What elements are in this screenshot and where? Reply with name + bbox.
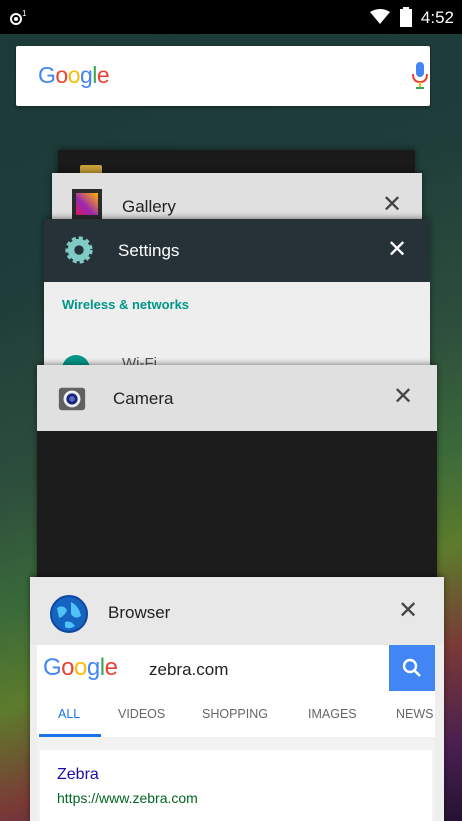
browser-globe-icon xyxy=(50,595,88,633)
status-bar: 1 4:52 xyxy=(0,0,462,34)
browser-results-tabs: ALL VIDEOS SHOPPING IMAGES NEWS xyxy=(37,691,435,737)
gallery-icon xyxy=(72,189,102,219)
tab-all-indicator xyxy=(39,734,101,737)
recent-app-card-camera[interactable]: Camera ✕ xyxy=(37,365,437,605)
tab-images[interactable]: IMAGES xyxy=(308,707,357,721)
search-result-url: https://www.zebra.com xyxy=(57,790,198,806)
battery-icon xyxy=(400,7,412,27)
browser-search-query[interactable]: zebra.com xyxy=(149,660,228,680)
microphone-icon[interactable] xyxy=(412,62,428,90)
clock: 4:52 xyxy=(420,8,454,27)
camera-icon xyxy=(58,387,86,411)
browser-title: Browser xyxy=(108,603,171,622)
settings-header xyxy=(44,219,430,282)
google-search-bar[interactable]: Google xyxy=(16,46,430,106)
google-logo: Google xyxy=(38,62,110,88)
settings-gear-icon xyxy=(65,236,93,264)
recent-app-card-browser[interactable]: Browser ✕ Google zebra.com ALL VIDEOS SH… xyxy=(30,577,444,821)
tab-videos[interactable]: VIDEOS xyxy=(118,707,165,721)
browser-header xyxy=(30,577,444,645)
tab-shopping[interactable]: SHOPPING xyxy=(202,707,268,721)
wifi-icon xyxy=(370,9,390,24)
recent-app-card-settings[interactable]: Settings ✕ Wireless & networks Wi-Fi xyxy=(44,219,430,379)
browser-page-preview[interactable]: Google zebra.com ALL VIDEOS SHOPPING IMA… xyxy=(37,645,435,821)
svg-text:1: 1 xyxy=(22,9,27,18)
close-browser-button[interactable]: ✕ xyxy=(398,599,418,623)
camera-title: Camera xyxy=(113,389,174,408)
search-result-title[interactable]: Zebra xyxy=(57,766,99,784)
browser-google-logo: Google xyxy=(43,654,118,681)
settings-title: Settings xyxy=(118,241,180,260)
camera-header xyxy=(37,365,437,431)
close-camera-button[interactable]: ✕ xyxy=(393,385,413,409)
search-result[interactable]: Zebra https://www.zebra.com xyxy=(40,750,432,821)
close-gallery-button[interactable]: ✕ xyxy=(382,193,402,217)
browser-search-button[interactable] xyxy=(389,645,435,691)
wireless-networks-header: Wireless & networks xyxy=(62,297,190,312)
browser-search-box[interactable]: Google zebra.com xyxy=(37,645,435,692)
search-icon xyxy=(402,658,421,677)
close-settings-button[interactable]: ✕ xyxy=(387,238,407,262)
tab-news[interactable]: NEWS xyxy=(396,707,434,721)
notification-icon: 1 xyxy=(10,9,27,25)
gallery-title: Gallery xyxy=(122,197,176,216)
tab-all[interactable]: ALL xyxy=(58,707,80,721)
